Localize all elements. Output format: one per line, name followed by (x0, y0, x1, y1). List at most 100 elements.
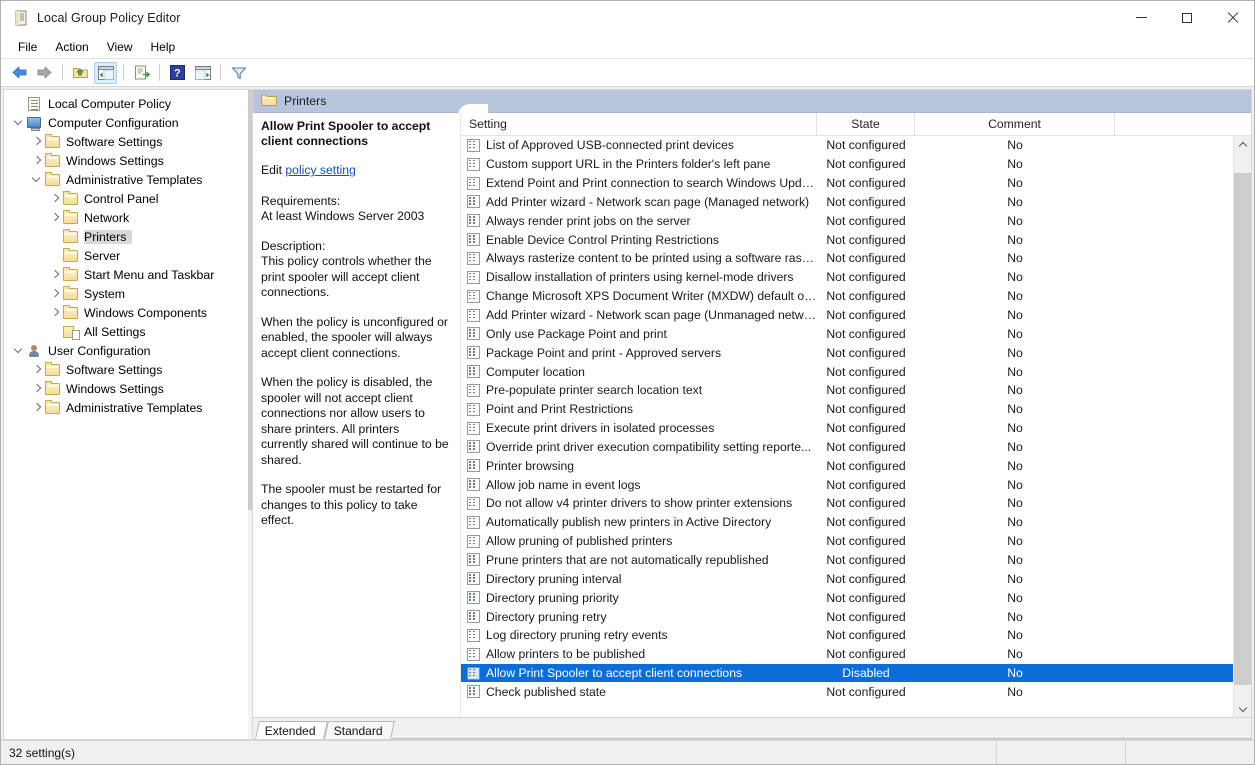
table-row[interactable]: List of Approved USB-connected print dev… (461, 136, 1251, 155)
tree-item-software-settings[interactable]: Software Settings (4, 132, 252, 151)
chevron-right-icon[interactable] (46, 210, 62, 226)
help-icon[interactable]: ? (166, 62, 189, 84)
chevron-right-icon[interactable] (46, 305, 62, 321)
chevron-down-icon[interactable] (28, 172, 44, 188)
tree-item-administrative-templates[interactable]: Administrative Templates (4, 170, 252, 189)
table-row[interactable]: Do not allow v4 printer drivers to show … (461, 494, 1251, 513)
table-row[interactable]: Always rasterize content to be printed u… (461, 249, 1251, 268)
cell-comment: No (915, 628, 1115, 642)
table-row[interactable]: Automatically publish new printers in Ac… (461, 513, 1251, 532)
table-row[interactable]: Allow job name in event logsNot configur… (461, 475, 1251, 494)
tree-item-windows-settings[interactable]: Windows Settings (4, 379, 252, 398)
folder-icon (62, 305, 80, 321)
table-row[interactable]: Computer locationNot configuredNo (461, 362, 1251, 381)
list-scrollbar[interactable] (1233, 136, 1251, 717)
chevron-right-icon[interactable] (46, 286, 62, 302)
tree-item-computer-configuration[interactable]: Computer Configuration (4, 113, 252, 132)
cell-comment: No (915, 176, 1115, 190)
tree-item-windows-components[interactable]: Windows Components (4, 303, 252, 322)
menu-view[interactable]: View (98, 38, 142, 56)
chevron-right-icon[interactable] (28, 153, 44, 169)
table-row[interactable]: Always render print jobs on the serverNo… (461, 211, 1251, 230)
scroll-up-icon[interactable] (1234, 136, 1251, 153)
chevron-right-icon[interactable] (28, 362, 44, 378)
tree-item-network[interactable]: Network (4, 208, 252, 227)
setting-name: Check published state (486, 685, 606, 699)
menu-help[interactable]: Help (142, 38, 185, 56)
column-header-comment[interactable]: Comment (915, 113, 1115, 135)
chevron-right-icon[interactable] (28, 381, 44, 397)
table-row[interactable]: Change Microsoft XPS Document Writer (MX… (461, 287, 1251, 306)
tree-item-administrative-templates[interactable]: Administrative Templates (4, 398, 252, 417)
maximize-button[interactable] (1164, 1, 1209, 35)
tab-standard[interactable]: Standard (324, 721, 395, 739)
table-row[interactable]: Execute print drivers in isolated proces… (461, 419, 1251, 438)
policy-setting-link[interactable]: policy setting (285, 163, 355, 177)
table-row[interactable]: Only use Package Point and printNot conf… (461, 324, 1251, 343)
table-row[interactable]: Prune printers that are not automaticall… (461, 551, 1251, 570)
table-row[interactable]: Printer browsingNot configuredNo (461, 456, 1251, 475)
filter-icon[interactable] (227, 62, 250, 84)
table-row[interactable]: Add Printer wizard - Network scan page (… (461, 306, 1251, 325)
chevron-down-icon[interactable] (10, 115, 26, 131)
table-row[interactable]: Disallow installation of printers using … (461, 268, 1251, 287)
tree-item-software-settings[interactable]: Software Settings (4, 360, 252, 379)
table-row[interactable]: Directory pruning priorityNot configured… (461, 588, 1251, 607)
tree-item-system[interactable]: System (4, 284, 252, 303)
table-row[interactable]: Extend Point and Print connection to sea… (461, 174, 1251, 193)
tree-item-all-settings[interactable]: All Settings (4, 322, 252, 341)
chevron-right-icon[interactable] (46, 267, 62, 283)
up-folder-icon[interactable] (69, 62, 92, 84)
minimize-button[interactable] (1119, 1, 1164, 35)
show-hide-tree-icon[interactable] (94, 62, 117, 84)
table-row[interactable]: Log directory pruning retry eventsNot co… (461, 626, 1251, 645)
export-list-icon[interactable] (130, 62, 153, 84)
table-row[interactable]: Allow Print Spooler to accept client con… (461, 664, 1251, 683)
scroll-down-icon[interactable] (1234, 700, 1251, 717)
forward-arrow-icon[interactable] (33, 62, 56, 84)
column-header-setting[interactable]: Setting (461, 113, 817, 135)
cell-comment: No (915, 270, 1115, 284)
chevron-right-icon[interactable] (46, 191, 62, 207)
table-row[interactable]: Directory pruning retryNot configuredNo (461, 607, 1251, 626)
tree-scrollbar-thumb[interactable] (248, 90, 252, 510)
tree-item-start-menu-and-taskbar[interactable]: Start Menu and Taskbar (4, 265, 252, 284)
edit-policy-setting-row: Edit policy setting (261, 163, 449, 179)
table-row[interactable]: Override print driver execution compatib… (461, 438, 1251, 457)
table-row[interactable]: Package Point and print - Approved serve… (461, 343, 1251, 362)
tree-item-printers[interactable]: Printers (4, 227, 252, 246)
tree-item-windows-settings[interactable]: Windows Settings (4, 151, 252, 170)
show-pane-icon[interactable] (191, 62, 214, 84)
table-row[interactable]: Allow printers to be publishedNot config… (461, 645, 1251, 664)
table-row[interactable]: Allow pruning of published printersNot c… (461, 532, 1251, 551)
tree-item-local-computer-policy[interactable]: Local Computer Policy (4, 94, 252, 113)
table-row[interactable]: Point and Print RestrictionsNot configur… (461, 400, 1251, 419)
menu-file[interactable]: File (9, 38, 46, 56)
tree-item-control-panel[interactable]: Control Panel (4, 189, 252, 208)
chevron-right-icon[interactable] (28, 400, 44, 416)
table-row[interactable]: Check published stateNot configuredNo (461, 682, 1251, 701)
chevron-down-icon[interactable] (10, 343, 26, 359)
back-arrow-icon[interactable] (8, 62, 31, 84)
tree-item-server[interactable]: Server (4, 246, 252, 265)
requirements-block: Requirements: At least Windows Server 20… (261, 194, 449, 225)
table-row[interactable]: Directory pruning intervalNot configured… (461, 569, 1251, 588)
close-button[interactable] (1209, 1, 1254, 35)
policy-setting-icon (467, 346, 480, 359)
policy-setting-icon (467, 271, 480, 284)
setting-name: Package Point and print - Approved serve… (486, 346, 721, 360)
list-scrollbar-track[interactable] (1234, 153, 1251, 700)
column-header-state[interactable]: State (817, 113, 915, 135)
tab-extended[interactable]: Extended (255, 721, 328, 739)
cell-state: Not configured (817, 176, 915, 190)
chevron-right-icon[interactable] (28, 134, 44, 150)
menu-action[interactable]: Action (46, 38, 97, 56)
table-row[interactable]: Pre-populate printer search location tex… (461, 381, 1251, 400)
list-scrollbar-thumb[interactable] (1234, 173, 1251, 685)
policy-setting-icon (467, 214, 480, 227)
table-row[interactable]: Add Printer wizard - Network scan page (… (461, 193, 1251, 212)
table-row[interactable]: Custom support URL in the Printers folde… (461, 155, 1251, 174)
table-row[interactable]: Enable Device Control Printing Restricti… (461, 230, 1251, 249)
tree-item-user-configuration[interactable]: User Configuration (4, 341, 252, 360)
tree-scrollbar[interactable] (248, 90, 252, 739)
